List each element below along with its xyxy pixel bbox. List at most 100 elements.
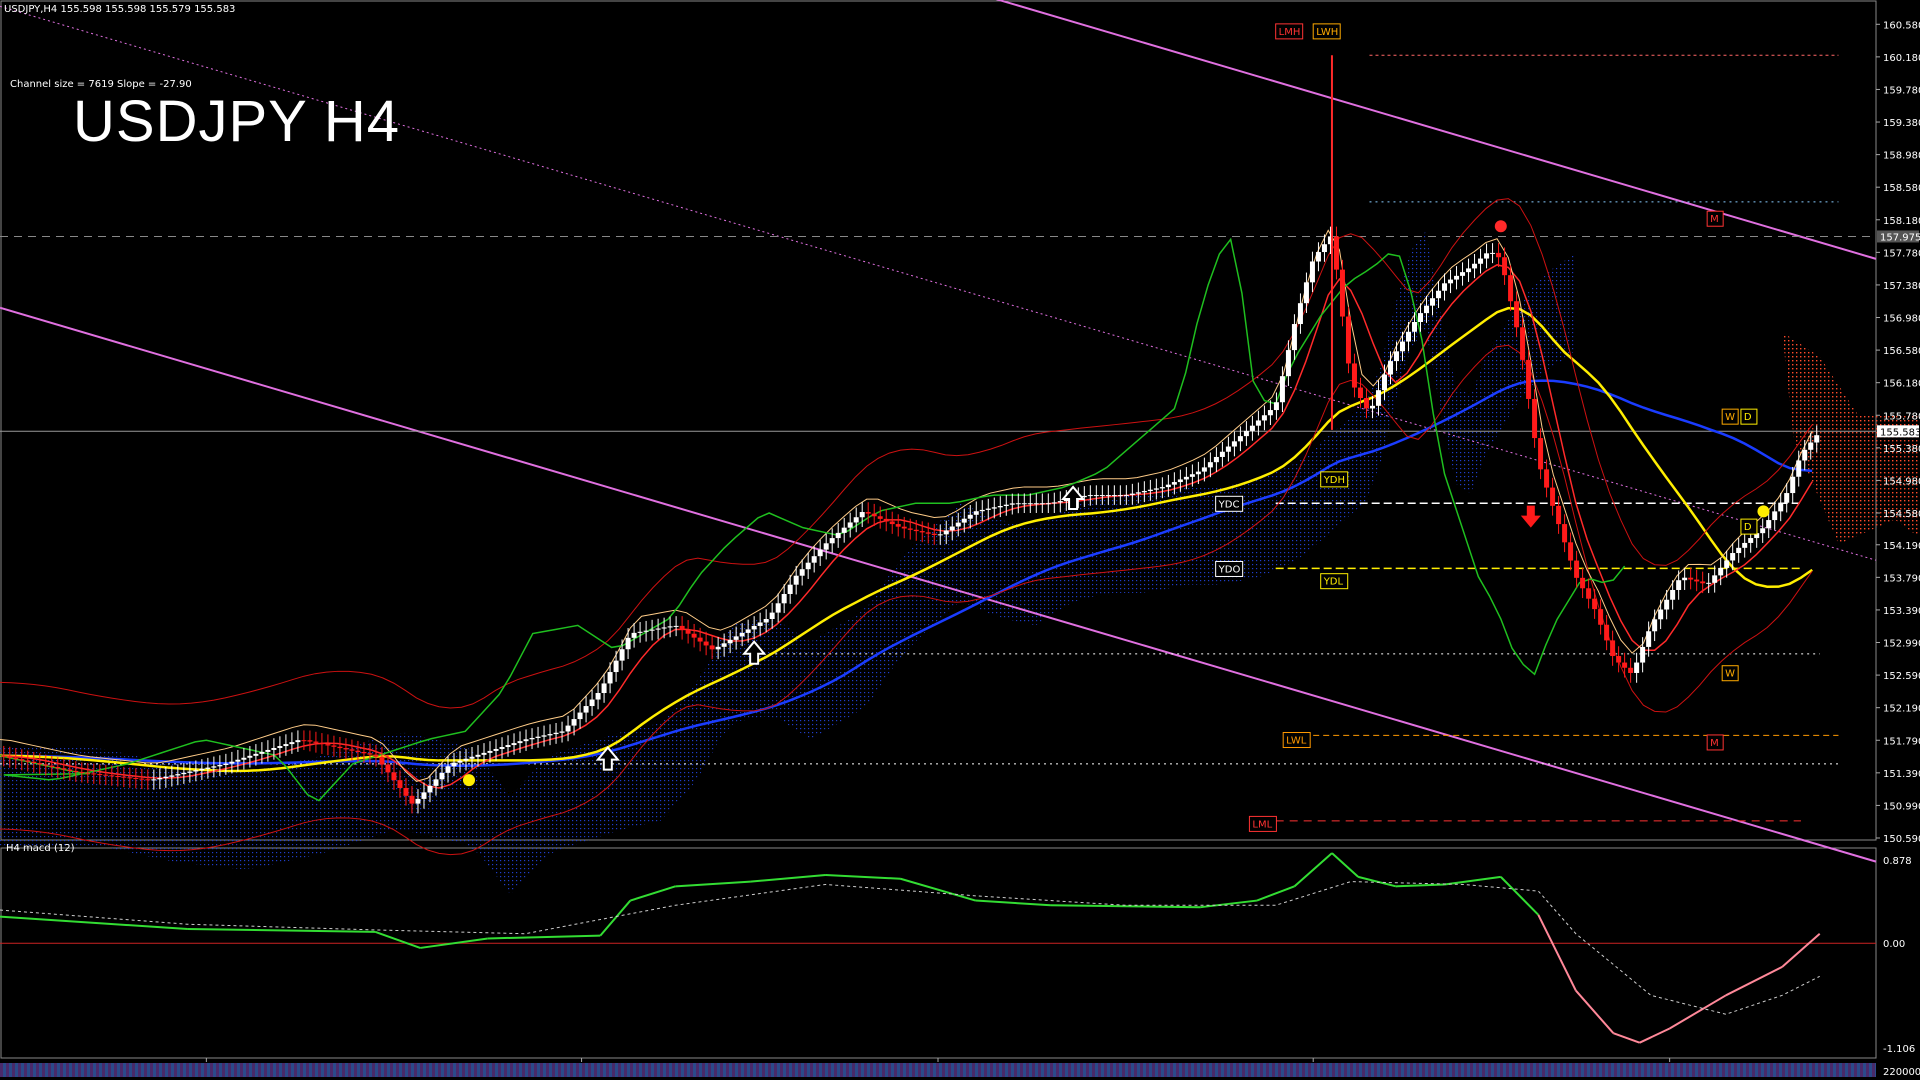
price-tick-label: 155.780 bbox=[1883, 411, 1920, 422]
candle-body bbox=[187, 771, 193, 773]
candle-body bbox=[1273, 402, 1279, 411]
macd-main-segment bbox=[1500, 876, 1540, 916]
candle-body bbox=[457, 760, 463, 763]
candle-body bbox=[715, 646, 721, 650]
candle-body bbox=[1496, 252, 1502, 258]
candle-body bbox=[1562, 524, 1568, 543]
candle-body bbox=[253, 753, 259, 756]
candle-body bbox=[1700, 581, 1706, 584]
price-tick-label: 160.580 bbox=[1883, 20, 1920, 31]
macd-signal-line bbox=[0, 881, 1820, 1015]
candle-body bbox=[61, 768, 67, 770]
candle-body bbox=[595, 693, 601, 700]
candle-body bbox=[1766, 520, 1772, 529]
candle-body bbox=[943, 530, 949, 535]
chart-title: USDJPY H4 bbox=[73, 89, 401, 154]
candle-body bbox=[109, 775, 115, 777]
candle-body bbox=[1508, 275, 1514, 302]
candle-body bbox=[997, 506, 1003, 508]
candle-body bbox=[1087, 495, 1093, 497]
candle-body bbox=[1033, 503, 1039, 505]
candle-body bbox=[889, 521, 895, 525]
macd-main-segment bbox=[1331, 852, 1359, 878]
candle-body bbox=[1129, 493, 1135, 495]
candle-body bbox=[985, 508, 991, 510]
candle-body bbox=[631, 632, 637, 638]
candle-body bbox=[637, 631, 643, 633]
candle-body bbox=[547, 734, 553, 736]
candle-body bbox=[775, 603, 781, 613]
candle-body bbox=[649, 629, 655, 631]
candle-body bbox=[1357, 387, 1363, 398]
candle-body bbox=[217, 765, 223, 767]
ichimoku-cloud-bull bbox=[0, 231, 1576, 895]
macd-tick-bottom: -1.106 bbox=[1883, 1044, 1915, 1055]
candle-body bbox=[1484, 253, 1490, 259]
candle-body bbox=[1724, 560, 1730, 568]
price-tick-label: 158.980 bbox=[1883, 151, 1920, 162]
candle-body bbox=[829, 538, 835, 544]
candle-body bbox=[523, 739, 529, 742]
candle-body bbox=[1249, 425, 1255, 431]
candle-body bbox=[205, 767, 211, 769]
candle-body bbox=[1424, 305, 1430, 314]
candle-body bbox=[1532, 398, 1538, 439]
candle-body bbox=[301, 740, 307, 742]
candle-body bbox=[859, 512, 865, 518]
candle-body bbox=[31, 761, 37, 764]
candle-body bbox=[1237, 436, 1243, 442]
candle-body bbox=[805, 562, 811, 570]
candle-body bbox=[955, 522, 961, 527]
macd-main-segment bbox=[374, 930, 421, 949]
candle-body bbox=[1616, 656, 1622, 663]
candle-body bbox=[1027, 503, 1033, 505]
price-tick-label: 156.580 bbox=[1883, 346, 1920, 357]
candle-body bbox=[7, 756, 13, 758]
label-ydl: YDL bbox=[1323, 577, 1344, 588]
candle-body bbox=[361, 751, 367, 754]
candle-body bbox=[1123, 494, 1129, 496]
macd-main-segment bbox=[1293, 852, 1333, 888]
candle-body bbox=[979, 509, 985, 512]
candle-body bbox=[247, 755, 253, 758]
candle-body bbox=[565, 725, 571, 732]
candle-body bbox=[1514, 301, 1520, 328]
macd-main-segment bbox=[1575, 989, 1615, 1034]
candle-body bbox=[1339, 269, 1345, 317]
label-d-mid: D bbox=[1744, 522, 1752, 533]
candle-body bbox=[1147, 489, 1153, 492]
candle-body bbox=[37, 763, 43, 765]
macd-main-segment bbox=[825, 873, 901, 880]
candle-body bbox=[1267, 410, 1273, 416]
label-m-top: M bbox=[1710, 214, 1719, 225]
candle-body bbox=[787, 584, 793, 594]
candle-body bbox=[43, 764, 49, 766]
label-lwl: LWL bbox=[1286, 736, 1307, 747]
chart-canvas: LMHLWHYDHYDCYDOYDLLWLLMLWDDWMM160.580160… bbox=[0, 0, 1920, 1078]
macd-main-segment bbox=[1256, 885, 1295, 902]
candle-body bbox=[1303, 282, 1309, 304]
label-w-top: W bbox=[1725, 412, 1735, 423]
label-ydo: YDO bbox=[1218, 564, 1241, 575]
candle-body bbox=[49, 765, 55, 767]
macd-tick-top: 0.878 bbox=[1883, 856, 1912, 867]
candle-body bbox=[1399, 341, 1405, 352]
candle-body bbox=[661, 627, 667, 629]
candle-body bbox=[1351, 363, 1357, 388]
candle-body bbox=[1574, 560, 1580, 578]
price-tick-label: 156.980 bbox=[1883, 314, 1920, 325]
candle-body bbox=[1381, 374, 1387, 391]
label-ydh: YDH bbox=[1323, 475, 1345, 486]
candle-body bbox=[1261, 415, 1267, 421]
candle-body bbox=[1279, 376, 1285, 403]
candle-body bbox=[913, 529, 919, 532]
candle-body bbox=[529, 737, 535, 740]
price-tick-label: 151.790 bbox=[1883, 736, 1920, 747]
price-tick-label: 158.180 bbox=[1883, 216, 1920, 227]
symbol-header: USDJPY,H4 155.598 155.598 155.579 155.58… bbox=[4, 4, 236, 15]
candle-body bbox=[853, 517, 859, 523]
price-tick-label: 150.590 bbox=[1883, 834, 1920, 845]
candle-body bbox=[1448, 279, 1454, 284]
macd-main-segment bbox=[487, 934, 601, 940]
candle-body bbox=[769, 612, 775, 620]
